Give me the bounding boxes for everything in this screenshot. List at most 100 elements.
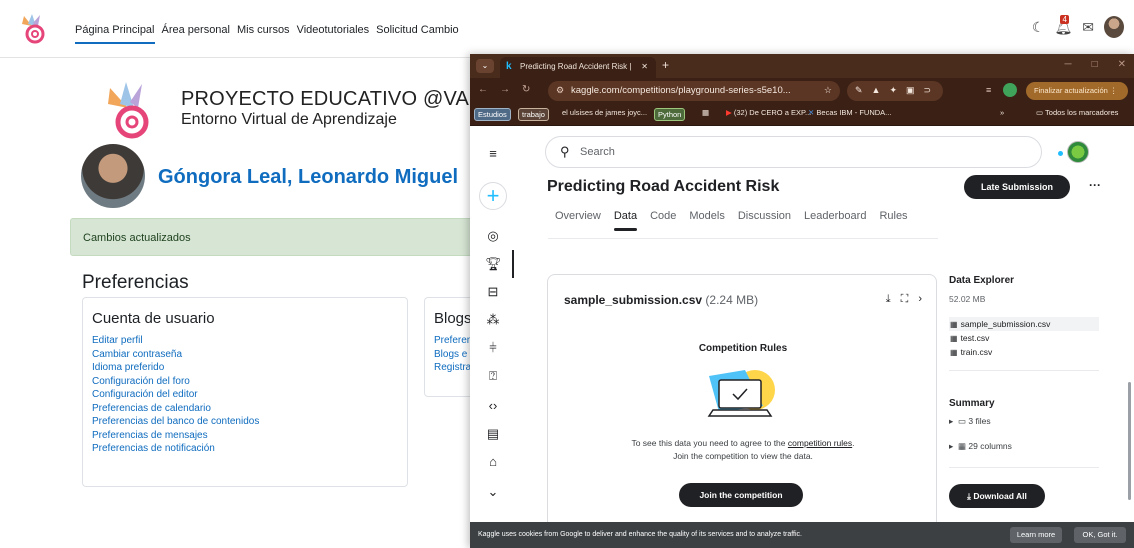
bookmark-trabajo[interactable]: trabajo — [518, 108, 549, 121]
close-tab-icon[interactable]: ✕ — [641, 62, 648, 71]
summary-divider — [949, 467, 1099, 468]
moodle-primary-nav: Página Principal Área personal Mis curso… — [75, 24, 459, 44]
link-editor-settings[interactable]: Configuración del editor — [92, 388, 398, 402]
file-item-label: train.csv — [960, 347, 993, 357]
learn-more-button[interactable]: Learn more — [1010, 527, 1062, 543]
link-change-password[interactable]: Cambiar contraseña — [92, 348, 398, 362]
close-window-icon[interactable]: ✕ — [1118, 59, 1126, 70]
more-bookmarks-icon[interactable]: » — [1000, 108, 1004, 117]
more-options-icon[interactable]: ··· — [1089, 178, 1101, 192]
screenshot-extension-icon[interactable]: ▲ — [872, 85, 881, 97]
all-bookmarks[interactable]: ▭ Todos los marcadores — [1036, 108, 1118, 117]
summary-files-item[interactable]: ▸ ▭ 3 files — [949, 416, 991, 427]
file-item-test[interactable]: ▦ test.csv — [949, 331, 1099, 345]
pen-extension-icon[interactable]: ✎ — [855, 85, 863, 97]
join-competition-button[interactable]: Join the competition — [679, 483, 803, 507]
nav-video-tutorials[interactable]: Videotutoriales — [297, 24, 370, 44]
messages-icon[interactable]: ✉ — [1082, 19, 1094, 36]
bookmark-star-icon[interactable]: ☆ — [824, 85, 832, 96]
tab-overview[interactable]: Overview — [555, 210, 601, 222]
puzzle-extension-icon[interactable]: ✦ — [889, 85, 897, 97]
nav-dashboard[interactable]: Área personal — [162, 24, 231, 44]
moodle-site-logo[interactable] — [18, 12, 52, 44]
fullscreen-icon[interactable]: ⛶ — [901, 293, 909, 306]
benchmarks-icon[interactable]: ⫩ — [485, 340, 501, 356]
nav-change-request[interactable]: Solicitud Cambio — [376, 24, 459, 44]
notification-bell-icon[interactable]: 🔔︎ 4 — [1054, 14, 1072, 36]
tab-data[interactable]: Data — [613, 210, 638, 231]
browser-tab-kaggle[interactable]: k Predicting Road Accident Risk | ✕ — [500, 57, 656, 78]
tab-discussion[interactable]: Discussion — [738, 210, 791, 222]
tab-leaderboard[interactable]: Leaderboard — [804, 210, 866, 222]
link-preferred-language[interactable]: Idioma preferido — [92, 361, 398, 375]
download-all-button[interactable]: ⤓ Download All — [949, 484, 1045, 508]
maximize-icon[interactable]: □ — [1092, 59, 1098, 70]
bookmark-estudios[interactable]: Estudios — [474, 108, 511, 121]
download-icon: ⤓ — [967, 491, 971, 501]
link-forum-settings[interactable]: Configuración del foro — [92, 375, 398, 389]
tab-strip: ⌄ k Predicting Road Accident Risk | ✕ + … — [470, 54, 1134, 78]
link-notification-preferences[interactable]: Preferencias de notificación — [92, 442, 398, 456]
user-menu-avatar[interactable] — [1104, 16, 1124, 38]
finish-update-button[interactable]: Finalizar actualización ⋮ — [1026, 82, 1128, 100]
bookmark-youtube[interactable]: ▶ (32) De CERO a EXP... — [726, 108, 811, 117]
expand-caret-icon: ▸ — [949, 416, 954, 426]
file-item-sample-submission[interactable]: ▦ sample_submission.csv — [949, 317, 1099, 331]
discussions-icon[interactable]: ▤ — [485, 426, 501, 442]
table-icon: ▦ — [950, 334, 958, 343]
link-calendar-preferences[interactable]: Preferencias de calendario — [92, 402, 398, 416]
file-name-text: sample_submission.csv — [564, 293, 703, 307]
chevron-right-icon[interactable]: › — [918, 293, 922, 306]
back-icon[interactable]: ← — [478, 84, 488, 95]
profile-avatar[interactable] — [1003, 83, 1017, 97]
learn-icon[interactable]: ⌂ — [485, 454, 501, 469]
models-icon[interactable]: ⁂ — [485, 312, 501, 328]
page-scrollbar[interactable] — [1128, 382, 1131, 500]
competition-rules-link[interactable]: competition rules — [788, 438, 852, 448]
create-button[interactable]: + — [479, 182, 507, 210]
robot-icon[interactable]: ⍰ — [485, 368, 501, 384]
compass-icon[interactable]: ◎ — [485, 228, 501, 244]
new-tab-button[interactable]: + — [662, 58, 669, 72]
bookmark-ulises[interactable]: el ulsises de james joyc... — [562, 108, 647, 117]
explorer-divider — [949, 370, 1099, 371]
tab-code[interactable]: Code — [650, 210, 676, 222]
rules-message-prefix: To see this data you need to agree to th… — [631, 438, 786, 448]
tab-rules[interactable]: Rules — [879, 210, 907, 222]
cookie-ok-button[interactable]: OK, Got it. — [1074, 527, 1126, 543]
media-control-icon[interactable]: ≡ — [986, 85, 991, 95]
download-icon[interactable]: ⤓ — [886, 293, 891, 306]
link-message-preferences[interactable]: Preferencias de mensajes — [92, 429, 398, 443]
tab-search-button[interactable]: ⌄ — [476, 59, 494, 73]
forward-icon[interactable]: → — [500, 84, 510, 95]
window-controls: ─ □ ✕ — [1064, 59, 1126, 70]
file-item-train[interactable]: ▦ train.csv — [949, 345, 1099, 359]
bookmark-becas[interactable]: ✕ Becas IBM - FUNDA... — [808, 108, 891, 117]
tab-models[interactable]: Models — [689, 210, 724, 222]
link-edit-profile[interactable]: Editar perfil — [92, 334, 398, 348]
apps-grid-icon[interactable]: ▦ — [702, 108, 709, 117]
nav-my-courses[interactable]: Mis cursos — [237, 24, 290, 44]
link-content-bank-preferences[interactable]: Preferencias del banco de contenidos — [92, 415, 398, 429]
bookmark-python[interactable]: Python — [654, 108, 686, 121]
code-icon[interactable]: ‹› — [485, 398, 501, 413]
file-card-actions: ⤓ ⛶ › — [886, 293, 922, 306]
url-bar[interactable]: ⚙ kaggle.com/competitions/playground-ser… — [548, 81, 840, 101]
site-info-icon[interactable]: ⚙ — [556, 85, 564, 96]
dark-mode-icon[interactable]: ☾ — [1032, 19, 1045, 36]
kaggle-favicon-icon: k — [506, 61, 512, 72]
nav-home[interactable]: Página Principal — [75, 24, 155, 44]
summary-columns-item[interactable]: ▸ ▦ 29 columns — [949, 441, 1012, 452]
late-submission-button[interactable]: Late Submission — [964, 175, 1070, 199]
search-placeholder: Search — [580, 146, 615, 158]
hamburger-menu-icon[interactable]: ≡ — [485, 146, 501, 161]
trophy-icon[interactable]: 🏆︎ — [485, 256, 502, 272]
more-chevron-down-icon[interactable]: ⌄ — [485, 484, 501, 500]
extensions-menu-icon[interactable]: ⊃ — [924, 85, 932, 97]
kaggle-user-avatar[interactable] — [1067, 141, 1089, 163]
datasets-icon[interactable]: ⊟ — [485, 284, 501, 300]
reload-icon[interactable]: ↻ — [522, 84, 530, 95]
kaggle-search-input[interactable]: ⚲ Search — [545, 136, 1042, 168]
minimize-icon[interactable]: ─ — [1064, 59, 1071, 70]
info-extension-icon[interactable]: ▣ — [906, 85, 915, 97]
